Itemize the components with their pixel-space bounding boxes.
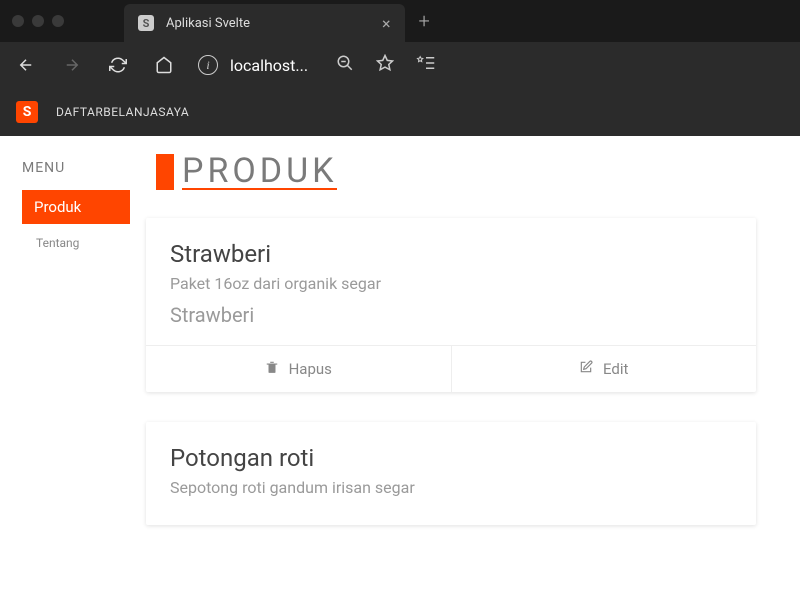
- page-heading: PRODUK: [156, 154, 756, 190]
- trash-icon: [265, 360, 279, 378]
- app-title: DAFTARBELANJASAYA: [56, 105, 189, 119]
- delete-button[interactable]: Hapus: [146, 346, 452, 392]
- app-header: S DAFTARBELANJASAYA: [0, 88, 800, 136]
- url-text: localhost...: [230, 56, 308, 75]
- sidebar-item-label: Produk: [34, 198, 81, 216]
- site-info-icon[interactable]: i: [198, 55, 218, 75]
- reload-button[interactable]: [106, 56, 130, 74]
- sidebar-item-tentang[interactable]: Tentang: [22, 228, 130, 258]
- browser-tab[interactable]: S Aplikasi Svelte ×: [124, 4, 405, 42]
- back-button[interactable]: [14, 56, 38, 74]
- product-subtitle: Sepotong roti gandum irisan segar: [170, 478, 732, 497]
- favorite-icon[interactable]: [376, 54, 394, 76]
- zoom-out-icon[interactable]: [336, 54, 354, 76]
- main-content: PRODUK Strawberi Paket 16oz dari organik…: [140, 136, 800, 592]
- sidebar-item-label: Tentang: [36, 236, 79, 250]
- favorites-list-icon[interactable]: [416, 54, 436, 76]
- close-tab-icon[interactable]: ×: [382, 14, 391, 33]
- product-card: Potongan roti Sepotong roti gandum irisa…: [146, 422, 756, 525]
- sidebar-item-produk[interactable]: Produk: [22, 190, 130, 224]
- edit-icon: [579, 360, 593, 378]
- product-extra: Strawberi: [170, 303, 732, 327]
- sidebar: MENU Produk Tentang: [0, 136, 140, 592]
- home-button[interactable]: [152, 56, 176, 74]
- product-card: Strawberi Paket 16oz dari organik segar …: [146, 218, 756, 392]
- product-title: Potongan roti: [170, 444, 732, 472]
- new-tab-button[interactable]: +: [419, 9, 430, 33]
- maximize-dot[interactable]: [52, 15, 64, 27]
- tab-favicon: S: [138, 15, 154, 31]
- product-subtitle: Paket 16oz dari organik segar: [170, 274, 732, 293]
- browser-toolbar: i localhost...: [0, 42, 800, 88]
- edit-label: Edit: [603, 360, 628, 378]
- app-logo[interactable]: S: [16, 101, 38, 123]
- window-controls: [12, 15, 64, 27]
- heading-accent: [156, 154, 174, 190]
- edit-button[interactable]: Edit: [452, 346, 757, 392]
- forward-button[interactable]: [60, 56, 84, 74]
- menu-heading: MENU: [22, 160, 130, 176]
- delete-label: Hapus: [289, 360, 332, 378]
- browser-titlebar: S Aplikasi Svelte × +: [0, 0, 800, 42]
- close-dot[interactable]: [12, 15, 24, 27]
- product-title: Strawberi: [170, 240, 732, 268]
- tab-title: Aplikasi Svelte: [166, 16, 250, 31]
- address-bar[interactable]: i localhost...: [198, 55, 308, 75]
- minimize-dot[interactable]: [32, 15, 44, 27]
- heading-text: PRODUK: [182, 154, 337, 190]
